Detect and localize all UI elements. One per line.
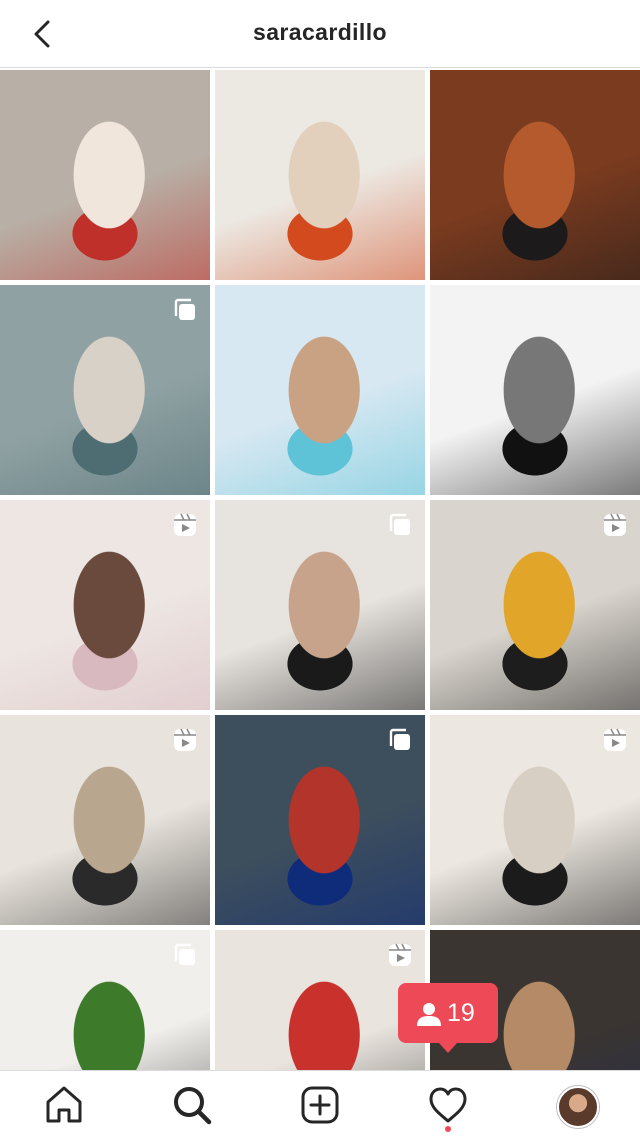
top-bar: saracardillo xyxy=(0,0,640,68)
post-thumbnail[interactable] xyxy=(430,500,640,710)
bottom-navigation xyxy=(0,1070,640,1138)
carousel-icon xyxy=(387,727,413,753)
post-thumbnail[interactable] xyxy=(215,715,425,925)
add-post-icon xyxy=(301,1086,339,1124)
home-icon xyxy=(46,1086,82,1123)
carousel-icon xyxy=(172,297,198,323)
post-thumbnail[interactable] xyxy=(0,930,210,1070)
search-button[interactable] xyxy=(170,1083,214,1127)
post-thumbnail[interactable] xyxy=(430,285,640,495)
posts-grid xyxy=(0,70,640,1070)
heart-icon xyxy=(429,1087,467,1123)
post-thumbnail[interactable] xyxy=(0,70,210,280)
post-thumbnail[interactable] xyxy=(430,70,640,280)
post-thumbnail[interactable] xyxy=(215,930,425,1070)
carousel-icon xyxy=(172,942,198,968)
new-post-button[interactable] xyxy=(298,1083,342,1127)
activity-indicator-dot xyxy=(445,1126,451,1132)
post-image xyxy=(0,70,210,280)
reel-icon xyxy=(387,942,413,968)
notification-count: 19 xyxy=(447,999,475,1027)
post-thumbnail[interactable] xyxy=(430,715,640,925)
profile-avatar[interactable] xyxy=(557,1086,599,1128)
reel-icon xyxy=(602,727,628,753)
post-image xyxy=(215,285,425,495)
activity-button[interactable] xyxy=(426,1083,470,1127)
post-thumbnail[interactable] xyxy=(215,500,425,710)
post-thumbnail[interactable] xyxy=(0,500,210,710)
reel-icon xyxy=(602,512,628,538)
post-image xyxy=(430,285,640,495)
post-image xyxy=(215,70,425,280)
carousel-icon xyxy=(387,512,413,538)
reel-icon xyxy=(172,727,198,753)
search-icon xyxy=(174,1087,212,1125)
post-thumbnail[interactable] xyxy=(0,715,210,925)
post-thumbnail[interactable] xyxy=(215,70,425,280)
new-followers-notification[interactable]: 19 xyxy=(398,983,498,1053)
post-thumbnail[interactable] xyxy=(0,285,210,495)
home-button[interactable] xyxy=(42,1083,86,1127)
post-image xyxy=(430,70,640,280)
person-icon xyxy=(417,1003,441,1026)
reel-icon xyxy=(172,512,198,538)
profile-username: saracardillo xyxy=(253,19,387,45)
post-thumbnail[interactable] xyxy=(215,285,425,495)
